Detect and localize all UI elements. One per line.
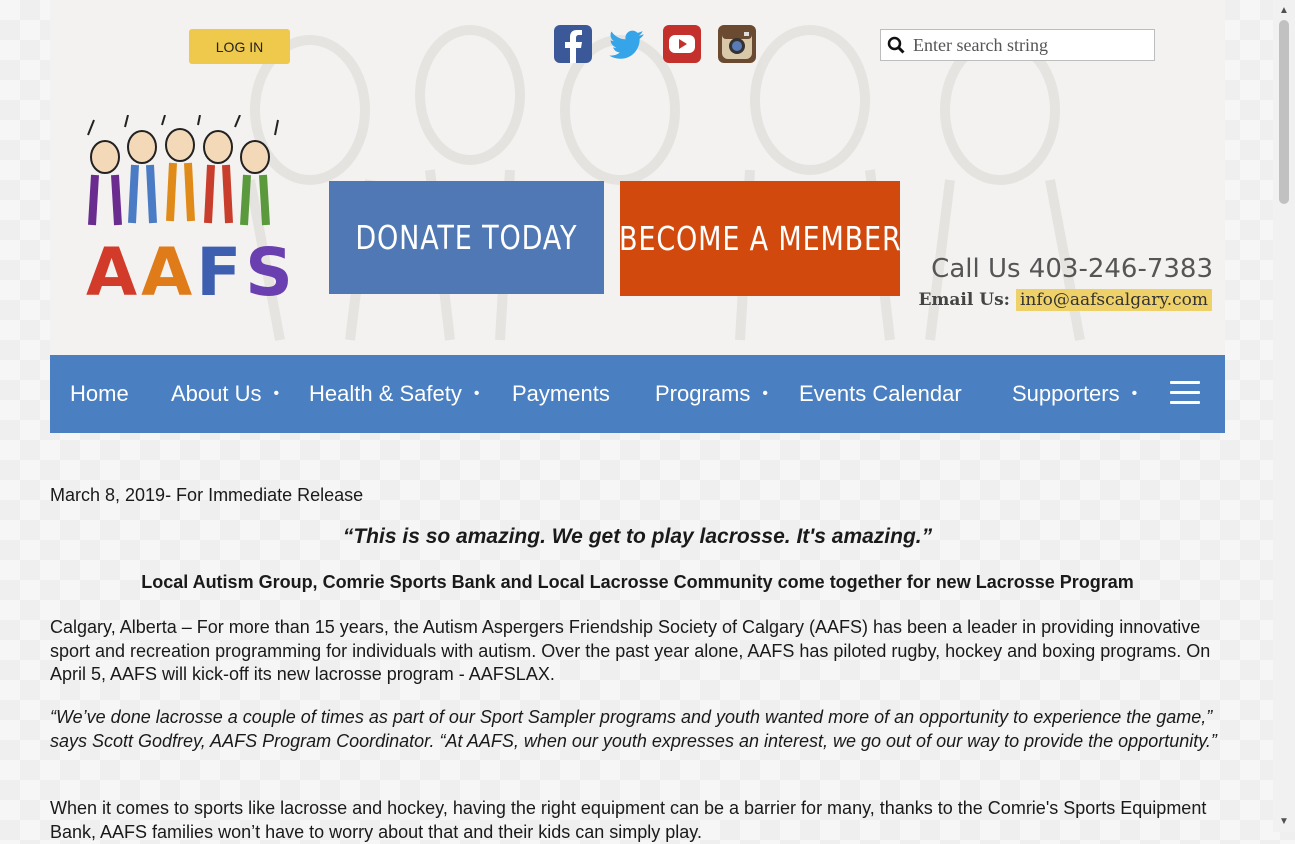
- nav-label: Programs: [655, 381, 751, 406]
- paragraph: When it comes to sports like lacrosse an…: [50, 798, 1207, 842]
- call-us-text: Call Us 403-246-7383: [931, 254, 1213, 284]
- nav-item-events-calendar[interactable]: Events Calendar: [799, 355, 962, 433]
- search-icon[interactable]: [881, 36, 911, 54]
- become-member-button[interactable]: BECOME A MEMBER: [618, 181, 902, 296]
- search-box: [880, 29, 1155, 61]
- donate-label: DONATE TODAY: [355, 218, 578, 257]
- nav-item-payments[interactable]: Payments: [512, 355, 610, 433]
- logo-text: AAFS: [86, 234, 297, 311]
- main-nav: Home About Us • Health & Safety • Paymen…: [50, 355, 1225, 433]
- nav-label: Health & Safety: [309, 381, 462, 406]
- dropdown-dot-icon: •: [473, 385, 480, 402]
- nav-item-home[interactable]: Home: [70, 355, 129, 433]
- email-link[interactable]: info@aafscalgary.com: [1015, 289, 1212, 311]
- pull-quote: “This is so amazing. We get to play lacr…: [342, 525, 933, 548]
- email-label: Email Us:: [918, 290, 1010, 310]
- site-header: LOG IN Enter search string AAFS DONATE T…: [50, 0, 1225, 355]
- scroll-up-arrow-icon[interactable]: ▲: [1273, 2, 1295, 19]
- login-button[interactable]: LOG IN: [189, 29, 290, 64]
- paragraph: “We’ve done lacrosse a couple of times a…: [50, 707, 1217, 751]
- dropdown-dot-icon: •: [762, 385, 768, 402]
- nav-item-programs[interactable]: Programs •: [655, 355, 768, 433]
- nav-item-about-us[interactable]: About Us •: [171, 355, 279, 433]
- twitter-icon[interactable]: [609, 25, 647, 63]
- donate-button[interactable]: DONATE TODAY: [329, 181, 604, 294]
- nav-label: About Us: [171, 381, 262, 406]
- search-input[interactable]: [911, 33, 1145, 57]
- nav-item-supporters[interactable]: Supporters •: [1012, 355, 1137, 433]
- page: LOG IN Enter search string AAFS DONATE T…: [50, 0, 1225, 842]
- facebook-icon[interactable]: [554, 25, 592, 63]
- scroll-down-arrow-icon[interactable]: ▼: [1273, 813, 1295, 830]
- release-date: March 8, 2019- For Immediate Release: [50, 485, 364, 505]
- aafs-logo[interactable]: AAFS: [80, 114, 293, 310]
- email-us: Email Us: info@aafscalgary.com: [918, 289, 1212, 311]
- dropdown-dot-icon: •: [1131, 385, 1138, 402]
- scrollbar-thumb[interactable]: [1279, 20, 1289, 204]
- nav-label: Payments: [512, 381, 610, 406]
- nav-label: Events Calendar: [799, 381, 962, 406]
- youtube-icon[interactable]: [663, 25, 701, 63]
- nav-label: Home: [70, 381, 129, 406]
- instagram-icon[interactable]: [718, 25, 756, 63]
- member-label: BECOME A MEMBER: [618, 219, 902, 258]
- article-subheading: Local Autism Group, Comrie Sports Bank a…: [141, 572, 1134, 592]
- hamburger-menu-icon[interactable]: [1170, 381, 1200, 407]
- dropdown-dot-icon: •: [273, 385, 280, 402]
- logo-figures: [87, 114, 279, 226]
- nav-item-health-safety[interactable]: Health & Safety •: [309, 355, 479, 433]
- paragraph: Calgary, Alberta – For more than 15 year…: [50, 617, 1211, 684]
- nav-label: Supporters: [1012, 381, 1120, 406]
- vertical-scrollbar[interactable]: ▲ ▼: [1273, 0, 1295, 832]
